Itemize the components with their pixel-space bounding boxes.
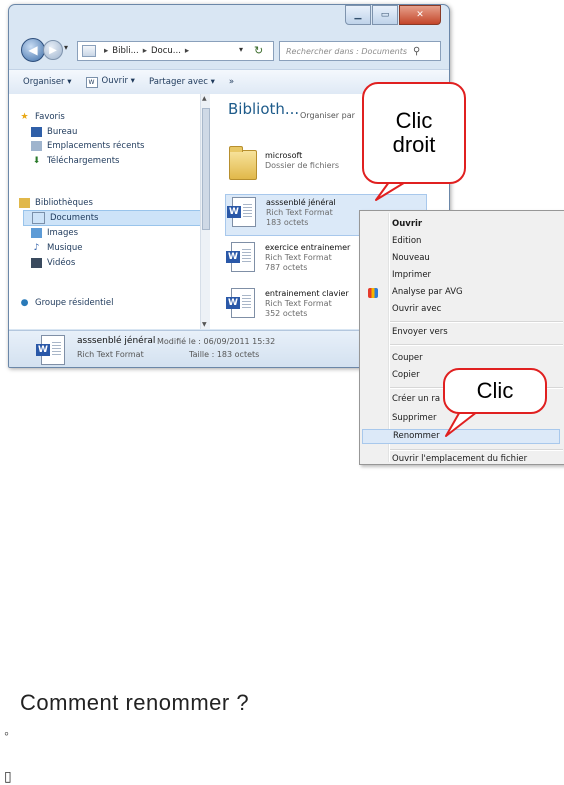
background-bullet: ▯	[4, 768, 12, 784]
callout-click: Clic	[443, 368, 547, 414]
background-bullet: ◦	[4, 725, 9, 741]
background-heading: Comment renommer ?	[20, 690, 250, 715]
callout-right-click: Clic droit	[362, 82, 466, 184]
